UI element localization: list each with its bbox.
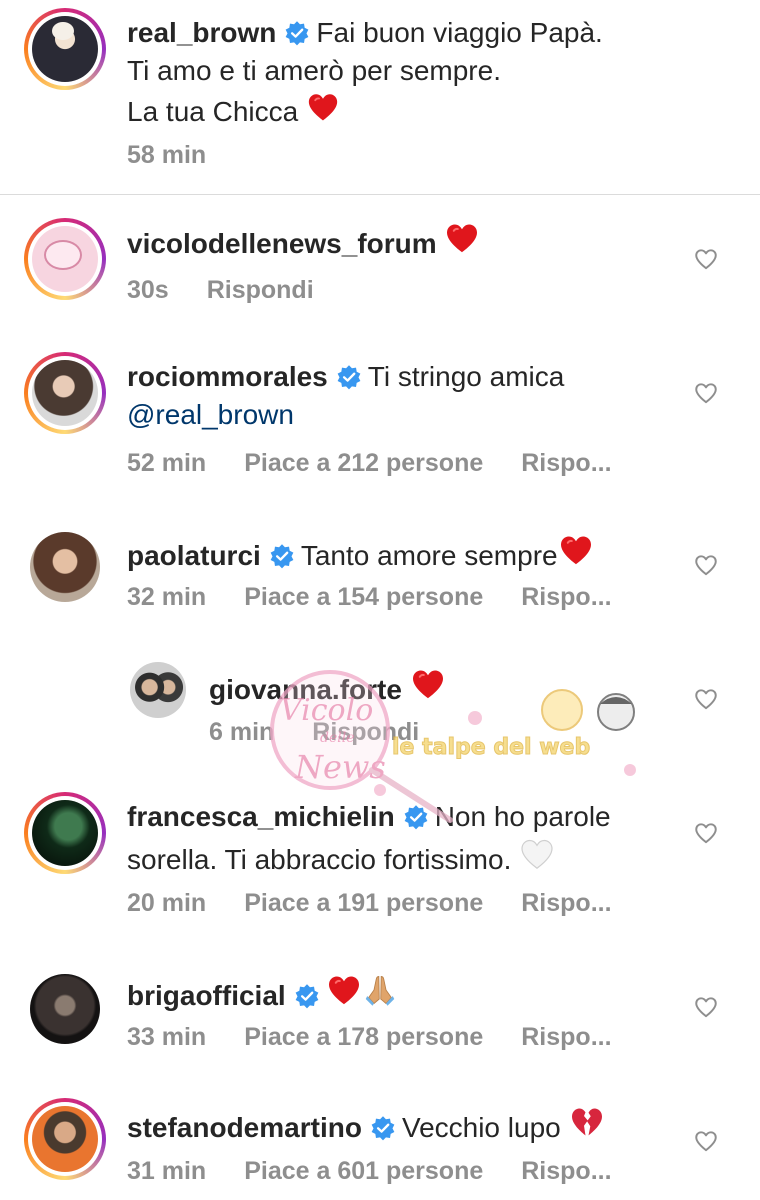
- comment-avatar[interactable]: [24, 218, 106, 300]
- verified-icon: [370, 1115, 396, 1141]
- like-heart-icon[interactable]: [693, 820, 719, 846]
- red-heart-icon: [444, 220, 480, 256]
- comment-username[interactable]: brigaofficial: [127, 980, 286, 1011]
- like-heart-icon[interactable]: [693, 380, 719, 406]
- comment-username[interactable]: paolaturci: [127, 540, 261, 571]
- comment-meta: 30s Rispondi: [127, 276, 352, 305]
- red-heart-icon: [558, 532, 594, 568]
- avatar-image: [32, 1106, 98, 1172]
- comment-body: Ti stringo amica: [367, 361, 565, 392]
- folded-hands-icon: [362, 972, 398, 1008]
- verified-icon: [294, 983, 320, 1009]
- like-heart-icon[interactable]: [693, 552, 719, 578]
- comment-text: rociommorales Ti stringo amica @real_brow…: [127, 358, 687, 434]
- comment-meta: 32 min Piace a 154 persone Rispo...: [127, 583, 650, 612]
- comment-username[interactable]: stefanodemartino: [127, 1112, 362, 1143]
- comment-avatar[interactable]: [130, 662, 186, 718]
- comment-time: 20 min: [127, 889, 207, 917]
- verified-icon: [403, 804, 429, 830]
- comment-meta: 31 min Piace a 601 persone Rispo...: [127, 1157, 650, 1186]
- comment-body: Tanto amore sempre: [300, 540, 558, 571]
- comment-meta: 33 min Piace a 178 persone Rispo...: [127, 1023, 650, 1052]
- like-heart-icon[interactable]: [693, 994, 719, 1020]
- mention-link[interactable]: @real_brown: [127, 399, 294, 430]
- comment-meta: 20 min Piace a 191 persone Rispo...: [127, 889, 650, 918]
- post-caption: real_brown Fai buon viaggio Papà. Ti amo …: [0, 0, 760, 194]
- comment-username[interactable]: rociommorales: [127, 361, 328, 392]
- comment-username[interactable]: francesca_michielin: [127, 801, 395, 832]
- broken-heart-icon: [569, 1104, 605, 1140]
- caption-line-3: La tua Chicca: [127, 96, 299, 127]
- avatar-image: [32, 16, 98, 82]
- comment-time: 6 min: [209, 718, 275, 746]
- watermark-logo-text-3: News: [294, 748, 386, 786]
- comment-time: 32 min: [127, 583, 207, 611]
- likes-count[interactable]: Piace a 191 persone: [244, 889, 483, 917]
- comment-meta: 52 min Piace a 212 persone Rispo...: [127, 449, 650, 478]
- comment-text: brigaofficial: [127, 972, 687, 1015]
- caption-text: real_brown Fai buon viaggio Papà. Ti amo …: [127, 14, 727, 131]
- comment-text: francesca_michielin Non ho parole sorella…: [127, 798, 687, 879]
- like-heart-icon[interactable]: [693, 686, 719, 712]
- comment-text: stefanodemartino Vecchio lupo: [127, 1104, 687, 1147]
- like-heart-icon[interactable]: [693, 1128, 719, 1154]
- caption-time: 58 min: [127, 141, 207, 169]
- comment-text: vicolodellenews_forum: [127, 220, 687, 263]
- comment-body: Vecchio lupo: [401, 1112, 561, 1143]
- caption-divider: [0, 194, 760, 195]
- likes-count[interactable]: Piace a 601 persone: [244, 1157, 483, 1185]
- caption-meta: 58 min: [127, 141, 244, 170]
- reply-button[interactable]: Rispo...: [521, 889, 611, 917]
- comment-avatar[interactable]: [30, 974, 100, 1044]
- comment-meta: 6 min Rispondi: [209, 718, 457, 747]
- reply-button[interactable]: Rispo...: [521, 449, 611, 477]
- comment-avatar[interactable]: [30, 532, 100, 602]
- caption-avatar[interactable]: [24, 8, 106, 90]
- likes-count[interactable]: Piace a 212 persone: [244, 449, 483, 477]
- reply-button[interactable]: Rispondi: [312, 718, 419, 746]
- reply-button[interactable]: Rispo...: [521, 583, 611, 611]
- verified-icon: [336, 364, 362, 390]
- verified-icon: [284, 20, 310, 46]
- like-heart-icon[interactable]: [693, 246, 719, 272]
- comment-username[interactable]: giovanna.forte: [209, 674, 402, 705]
- caption-line-2: Ti amo e ti amerò per sempre.: [127, 55, 501, 86]
- likes-count[interactable]: Piace a 154 persone: [244, 583, 483, 611]
- caption-line-1: Fai buon viaggio Papà.: [316, 17, 603, 48]
- comment-body: Non ho parole: [434, 801, 611, 832]
- comment-username[interactable]: vicolodellenews_forum: [127, 228, 437, 259]
- comment-avatar[interactable]: [24, 1098, 106, 1180]
- comment-time: 31 min: [127, 1157, 207, 1185]
- likes-count[interactable]: Piace a 178 persone: [244, 1023, 483, 1051]
- reply-button[interactable]: Rispondi: [207, 276, 314, 304]
- avatar-image: [32, 800, 98, 866]
- reply-button[interactable]: Rispo...: [521, 1023, 611, 1051]
- comment-text: paolaturci Tanto amore sempre: [127, 532, 687, 575]
- reply-button[interactable]: Rispo...: [521, 1157, 611, 1185]
- comment-text: giovanna.forte: [209, 666, 760, 709]
- verified-icon: [269, 543, 295, 569]
- avatar-image: [32, 226, 98, 292]
- red-heart-icon: [410, 666, 446, 702]
- comment-time: 33 min: [127, 1023, 207, 1051]
- comment-avatar[interactable]: [24, 792, 106, 874]
- avatar-image: [32, 360, 98, 426]
- caption-username[interactable]: real_brown: [127, 17, 276, 48]
- comment-avatar[interactable]: [24, 352, 106, 434]
- white-heart-icon: [519, 836, 555, 872]
- comment-time: 52 min: [127, 449, 207, 477]
- red-heart-icon: [326, 972, 362, 1008]
- comment-body-line-2: sorella. Ti abbraccio fortissimo.: [127, 844, 512, 875]
- comment-time: 30s: [127, 276, 169, 304]
- red-heart-icon: [306, 90, 340, 124]
